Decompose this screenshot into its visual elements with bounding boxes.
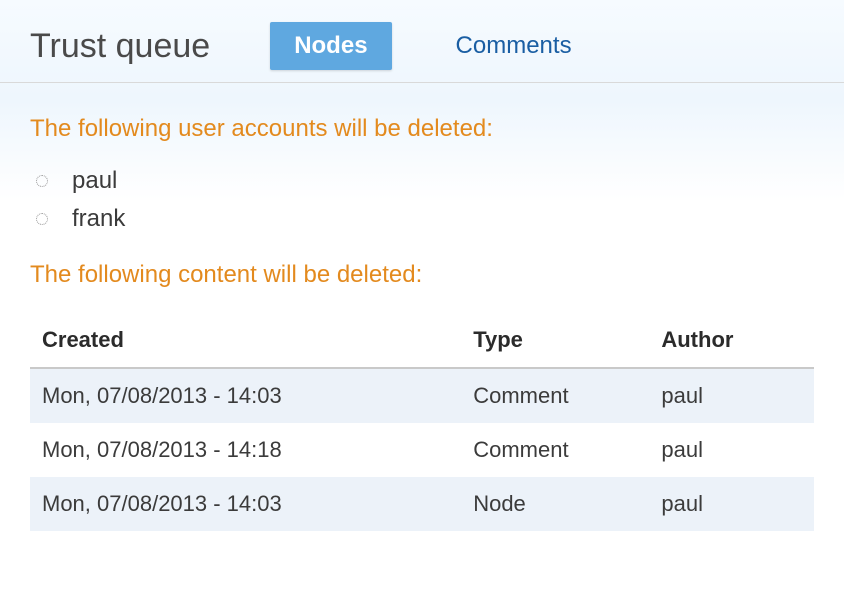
content-delete-heading: The following content will be deleted: xyxy=(30,261,814,289)
table-row: Mon, 07/08/2013 - 14:03 Node paul xyxy=(30,477,814,531)
col-header-type: Type xyxy=(461,313,649,368)
list-item: frank xyxy=(36,205,814,233)
cell-created: Mon, 07/08/2013 - 14:03 xyxy=(30,368,461,423)
table-row: Mon, 07/08/2013 - 14:18 Comment paul xyxy=(30,423,814,477)
user-name: frank xyxy=(72,205,125,233)
cell-type: Comment xyxy=(461,423,649,477)
user-name: paul xyxy=(72,167,117,195)
col-header-created: Created xyxy=(30,313,461,368)
cell-created: Mon, 07/08/2013 - 14:18 xyxy=(30,423,461,477)
page-title: Trust queue xyxy=(30,27,270,66)
table-header-row: Created Type Author xyxy=(30,313,814,368)
tab-nodes[interactable]: Nodes xyxy=(270,22,391,70)
bullet-icon xyxy=(36,213,48,225)
tab-comments[interactable]: Comments xyxy=(432,22,596,70)
table-row: Mon, 07/08/2013 - 14:03 Comment paul xyxy=(30,368,814,423)
cell-author: paul xyxy=(649,423,814,477)
bullet-icon xyxy=(36,175,48,187)
page-header: Trust queue Nodes Comments xyxy=(0,0,844,83)
cell-type: Node xyxy=(461,477,649,531)
users-delete-heading: The following user accounts will be dele… xyxy=(30,115,814,143)
page: Trust queue Nodes Comments The following… xyxy=(0,0,844,590)
cell-author: paul xyxy=(649,477,814,531)
cell-type: Comment xyxy=(461,368,649,423)
cell-author: paul xyxy=(649,368,814,423)
cell-created: Mon, 07/08/2013 - 14:03 xyxy=(30,477,461,531)
users-list: paul frank xyxy=(30,167,814,233)
list-item: paul xyxy=(36,167,814,195)
col-header-author: Author xyxy=(649,313,814,368)
content-area: The following user accounts will be dele… xyxy=(0,83,844,531)
content-table: Created Type Author Mon, 07/08/2013 - 14… xyxy=(30,313,814,531)
tabs: Nodes Comments xyxy=(270,22,595,70)
